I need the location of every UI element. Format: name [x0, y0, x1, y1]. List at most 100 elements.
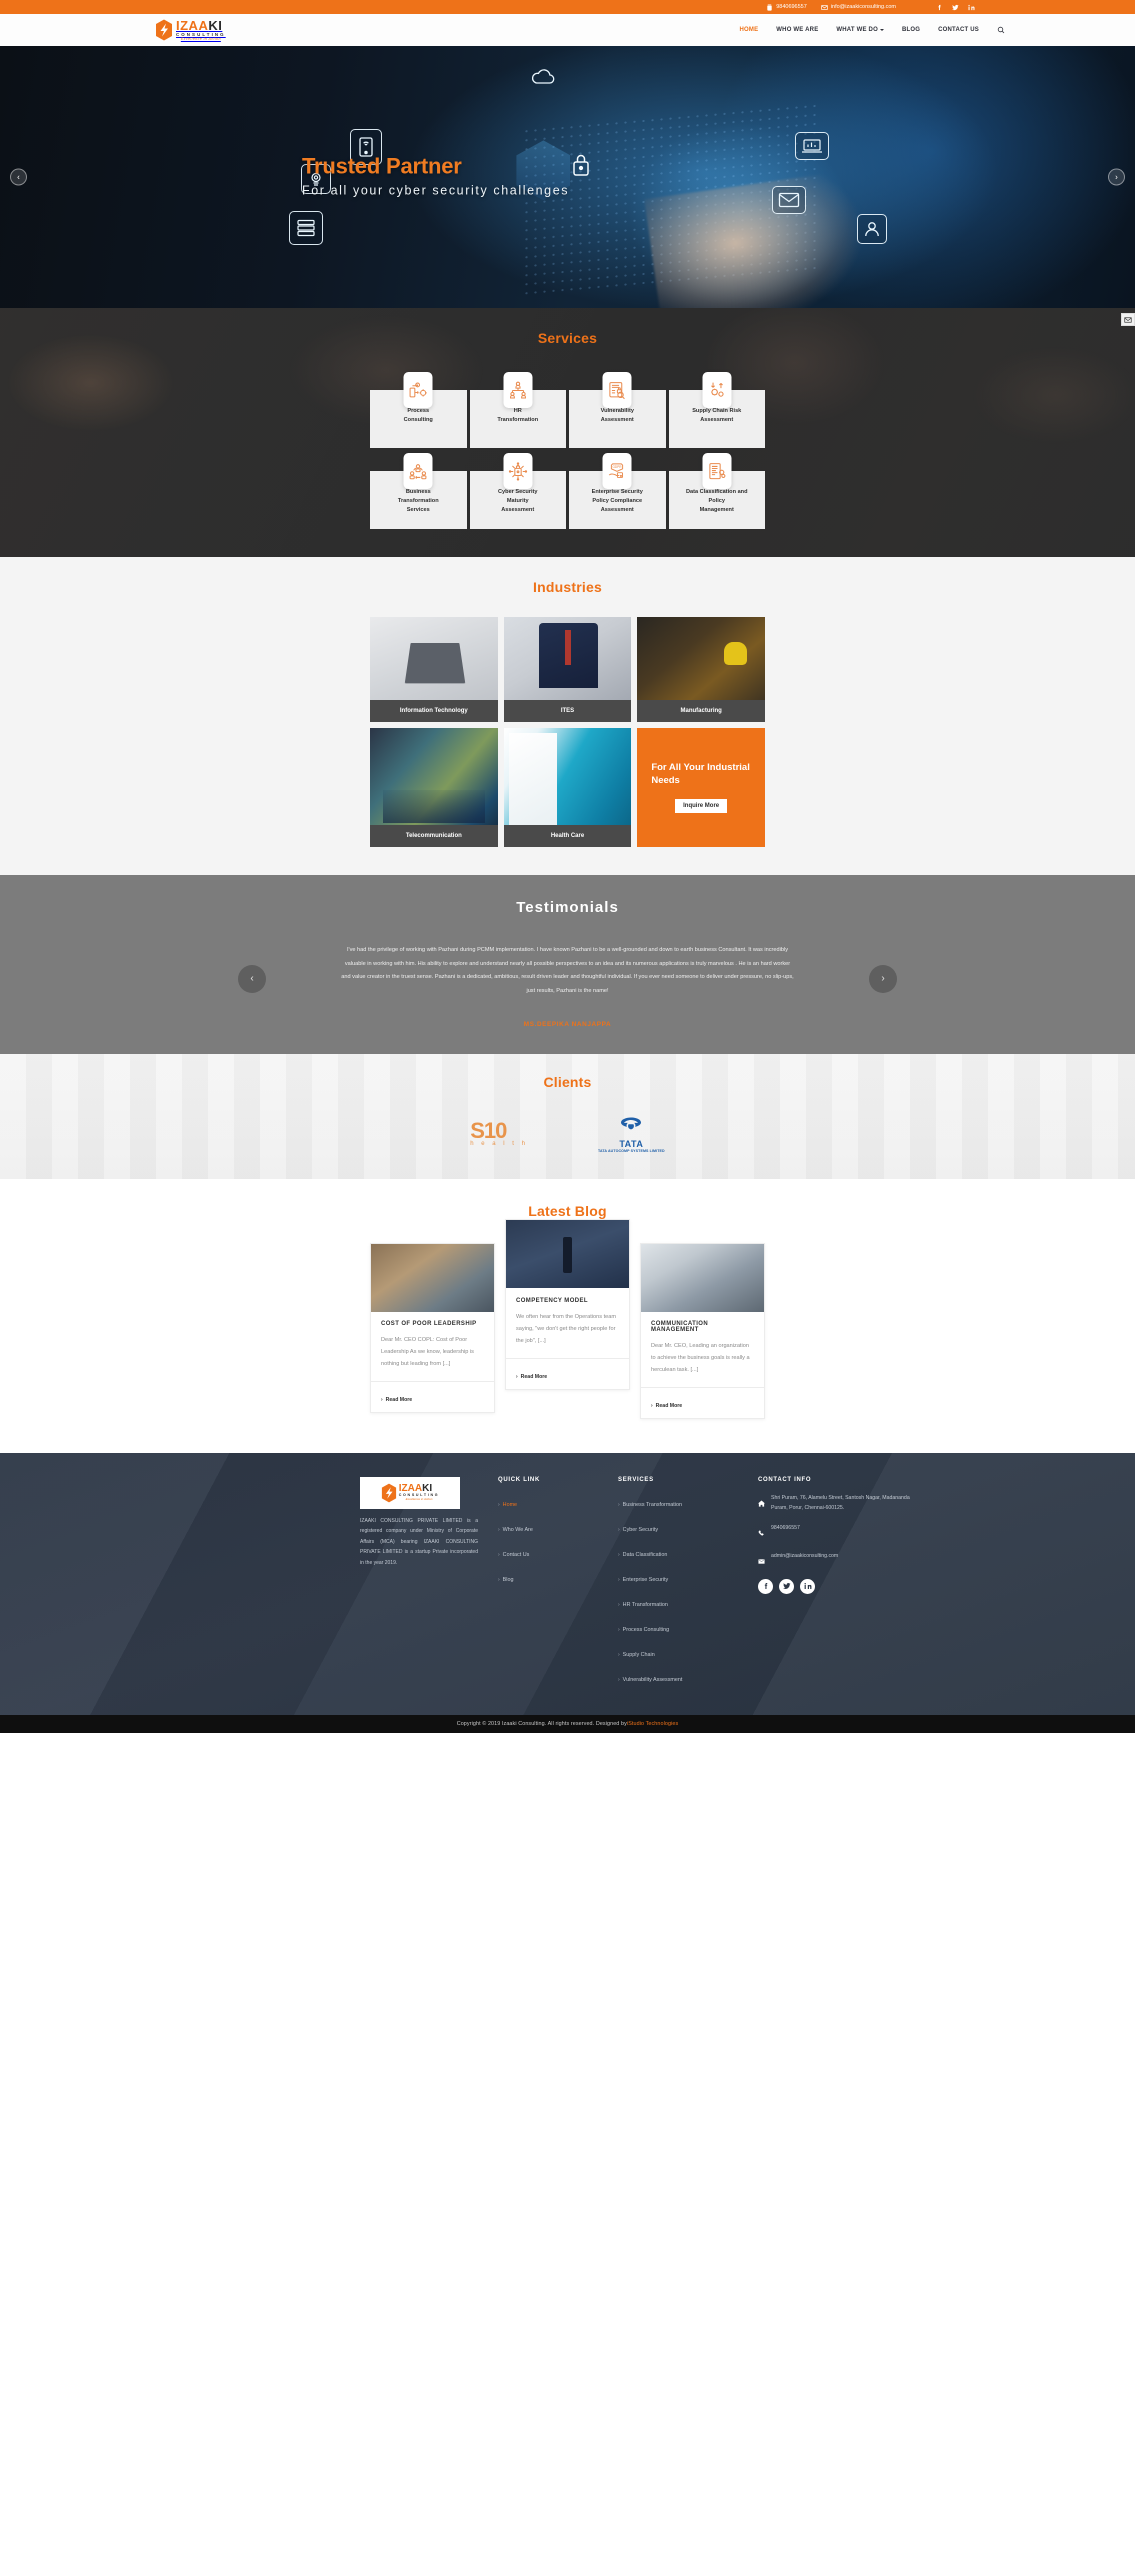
testimonial-prev-button[interactable]: ‹ [238, 964, 266, 993]
facebook-icon[interactable] [758, 1578, 773, 1594]
designer-link[interactable]: iStudio Technologies [627, 1721, 678, 1727]
footer-link-label: Contact Us [502, 1551, 530, 1558]
service-label: Cyber Security Maturity Assessment [498, 489, 538, 514]
footer-service-vulnerability-assessment[interactable]: › Vulnerability Assessment [618, 1677, 682, 1683]
service-label: Data Classification and Policy Management [685, 489, 748, 514]
chevron-right-icon: › [618, 1501, 620, 1508]
service-card-enterprise-security-policy[interactable]: GDPR Enterprise Security Policy Complianc… [569, 453, 666, 529]
footer-service-cyber-security[interactable]: › Cyber Security [618, 1527, 658, 1533]
service-card-process-consulting[interactable]: Process Consulting [370, 372, 467, 448]
email-address: info@izaakiconsulting.com [830, 4, 896, 10]
industry-card-information-technology[interactable]: Information Technology [370, 617, 498, 722]
footer-service-supply-chain[interactable]: › Supply Chain [618, 1652, 655, 1658]
industry-card-manufacturing[interactable]: Manufacturing [637, 617, 765, 722]
service-card-cyber-security-maturity[interactable]: Cyber Security Maturity Assessment [469, 453, 566, 529]
footer-service-enterprise-security[interactable]: › Enterprise Security [618, 1577, 668, 1583]
footer-service-data-classification[interactable]: › Data Classification [618, 1552, 667, 1558]
blog-title: Latest Blog [528, 1202, 607, 1219]
hero-prev-button[interactable]: ‹ [10, 168, 27, 186]
footer-link-label: Business Transformation [622, 1501, 682, 1508]
inquire-more-button[interactable]: Inquire More [675, 799, 728, 814]
read-more-label: Read More [520, 1373, 548, 1380]
footer-service-process-consulting[interactable]: › Process Consulting [618, 1627, 669, 1633]
footer-link-label: Enterprise Security [622, 1576, 669, 1583]
logo-subtagline: Excellence in Action [180, 36, 221, 41]
read-more-link[interactable]: › Read More [381, 1397, 412, 1403]
footer-email[interactable]: admin@izaakiconsulting.com [758, 1551, 918, 1570]
blog-post-title: COMPETENCY MODEL [516, 1297, 588, 1304]
footer-phone[interactable]: 9840696557 [758, 1523, 918, 1542]
footer-service-hr-transformation[interactable]: › HR Transformation [618, 1602, 668, 1608]
twitter-icon[interactable] [952, 4, 959, 11]
footer-link-home[interactable]: › Home [498, 1502, 517, 1508]
industry-card-telecommunication[interactable]: Telecommunication [370, 728, 498, 847]
twitter-icon[interactable] [779, 1578, 794, 1594]
search-icon[interactable] [997, 26, 1005, 34]
envelope-icon [758, 1552, 765, 1570]
footer-about-column: IZAAKI CONSULTING Excellence in Action I… [360, 1476, 478, 1693]
chevron-right-icon: › [618, 1601, 620, 1608]
client-logo-tata-autocomp[interactable]: TATA TATA AUTOCOMP SYSTEMS LIMITED [598, 1116, 665, 1153]
industry-label: Health Care [503, 825, 632, 847]
read-more-label: Read More [655, 1402, 683, 1409]
hero-content: Trusted Partner For all your cyber secur… [220, 154, 915, 200]
chevron-down-icon [879, 29, 884, 31]
nav-item-blog[interactable]: BLOG [902, 27, 920, 33]
nav-item-home[interactable]: HOME [739, 27, 758, 33]
footer-link-label: HR Transformation [622, 1601, 668, 1608]
phone-contact[interactable]: 9840696557 [766, 3, 807, 11]
testimonial-next-button[interactable]: › [869, 964, 897, 993]
linkedin-icon[interactable] [800, 1578, 815, 1594]
latest-blog-section: Latest Blog COST OF POOR LEADERSHIP Dear… [0, 1178, 1135, 1453]
footer-logo[interactable]: IZAAKI CONSULTING Excellence in Action [360, 1476, 460, 1509]
service-card-supply-chain-risk[interactable]: Supply Chain Risk Assessment [668, 372, 765, 448]
chevron-right-icon: › [618, 1551, 620, 1558]
page-root: 9840696557 info@izaakiconsulting.com IZA… [0, 0, 1135, 1733]
footer-quicklink-heading: QUICK LINK [498, 1476, 540, 1483]
blog-card[interactable]: COMPETENCY MODEL We often hear from the … [505, 1218, 630, 1390]
industry-card-health-care[interactable]: Health Care [503, 728, 632, 847]
facebook-icon[interactable] [936, 4, 943, 11]
linkedin-icon[interactable] [968, 4, 975, 11]
envelope-icon [821, 4, 828, 11]
footer-service-business-transformation[interactable]: › Business Transformation [618, 1502, 682, 1508]
footer-link-contact-us[interactable]: › Contact Us [498, 1552, 529, 1558]
read-more-link[interactable]: › Read More [651, 1403, 682, 1409]
footer-link-label: Process Consulting [622, 1626, 670, 1633]
client-logo-s10-health[interactable]: S10 h e a l t h [470, 1120, 528, 1147]
chevron-right-icon: › [618, 1576, 620, 1583]
nav-item-what-we-do[interactable]: WHAT WE DO [836, 27, 884, 33]
email-contact[interactable]: info@izaakiconsulting.com [821, 4, 896, 11]
read-more-link[interactable]: › Read More [516, 1374, 547, 1380]
clients-section: Clients S10 h e a l t h TATA TATA AUTOCO… [0, 1053, 1135, 1179]
client-logo-sub: TATA AUTOCOMP SYSTEMS LIMITED [597, 1148, 665, 1153]
blog-card[interactable]: COMMUNICATION MANAGEMENT Dear Mr. CEO, L… [640, 1242, 765, 1419]
blog-card[interactable]: COST OF POOR LEADERSHIP Dear Mr. CEO COP… [370, 1242, 495, 1413]
nav-item-contact-us[interactable]: CONTACT US [938, 27, 979, 33]
footer-services-list: › Business Transformation › Cyber Security… [618, 1493, 738, 1686]
chevron-right-icon: › [498, 1501, 500, 1508]
industries-title: Industries [533, 579, 602, 595]
testimonials-title: Testimonials [516, 899, 619, 916]
hero-next-button[interactable]: › [1108, 168, 1125, 186]
site-logo[interactable]: IZAAKI CONSULTING Excellence in Action [155, 19, 226, 42]
services-title: Services [537, 330, 598, 346]
service-card-data-classification[interactable]: Data Classification and Policy Management [668, 453, 765, 529]
footer-link-blog[interactable]: › Blog [498, 1577, 513, 1583]
footer-contact-heading: CONTACT INFO [758, 1476, 812, 1483]
service-card-vulnerability-assessment[interactable]: Vulnerability Assessment [569, 372, 666, 448]
phone-icon [758, 1524, 765, 1542]
nav-label: CONTACT US [938, 27, 979, 33]
nav-label: WHAT WE DO [836, 27, 878, 33]
site-header: IZAAKI CONSULTING Excellence in Action H… [0, 14, 1135, 46]
hr-transformation-icon [503, 372, 533, 408]
service-label: Supply Chain Risk Assessment [692, 408, 742, 424]
service-card-hr-transformation[interactable]: HR Transformation [469, 372, 566, 448]
nav-item-who-we-are[interactable]: WHO WE ARE [776, 27, 818, 33]
industry-label: Information Technology [370, 700, 498, 722]
floating-mail-button[interactable] [1121, 313, 1135, 326]
footer-link-who-we-are[interactable]: › Who We Are [498, 1527, 533, 1533]
service-card-business-transformation[interactable]: Business Transformation Services [370, 453, 467, 529]
industry-card-ites[interactable]: ITES [503, 617, 632, 722]
footer-address-text: Shri Puram, 76, Alamelu Street, Santosh … [771, 1494, 910, 1512]
